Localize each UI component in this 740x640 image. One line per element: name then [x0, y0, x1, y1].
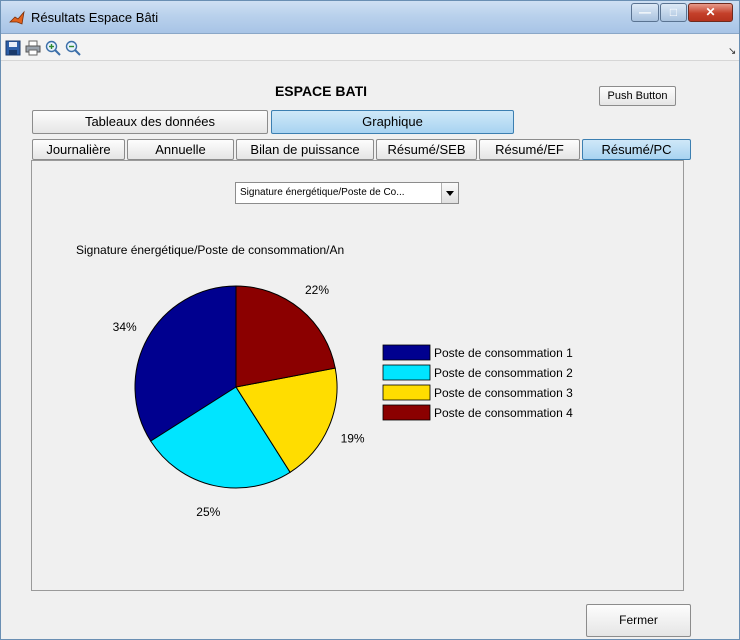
legend-label-4: Poste de consommation 4: [434, 406, 573, 420]
title-bar[interactable]: Résultats Espace Bâti — □ ✕: [1, 1, 739, 34]
legend-swatch-1: [382, 344, 431, 361]
chart-type-dropdown[interactable]: Signature énergétique/Poste de Co...: [235, 182, 459, 204]
zoom-in-icon[interactable]: [45, 40, 61, 56]
legend-swatch-3: [382, 384, 431, 401]
tab-resume-pc[interactable]: Résumé/PC: [582, 139, 691, 160]
dropdown-arrow[interactable]: [441, 183, 458, 203]
pie-percent-label-2: 25%: [196, 505, 220, 519]
zoom-out-icon[interactable]: [65, 40, 81, 56]
page-title: ESPACE BATI: [274, 83, 368, 99]
maximize-icon: □: [669, 5, 678, 19]
pie-percent-label-1: 34%: [113, 320, 137, 334]
tab-graphique[interactable]: Graphique: [271, 110, 514, 134]
legend-label-3: Poste de consommation 3: [434, 386, 573, 400]
app-window: Résultats Espace Bâti — □ ✕ ↘ ESPACE BAT: [0, 0, 740, 640]
tab-annuelle[interactable]: Annuelle: [127, 139, 234, 160]
legend-label-2: Poste de consommation 2: [434, 366, 573, 380]
print-icon[interactable]: [25, 40, 41, 56]
toolbar-overflow-icon[interactable]: ↘: [728, 46, 736, 57]
minimize-button[interactable]: —: [631, 3, 659, 22]
window-title: Résultats Espace Bâti: [31, 10, 159, 25]
chevron-down-icon: [446, 191, 454, 196]
legend-swatch-2: [382, 364, 431, 381]
close-window-button[interactable]: ✕: [688, 3, 733, 22]
matlab-icon: [9, 10, 25, 25]
toolbar: ↘: [1, 34, 739, 61]
legend-swatch-4: [382, 404, 431, 421]
tab-resume-seb[interactable]: Résumé/SEB: [376, 139, 477, 160]
save-icon[interactable]: [5, 40, 21, 56]
pie-percent-label-4: 22%: [305, 283, 329, 297]
dropdown-selected-value: Signature énergétique/Poste de Co...: [240, 187, 405, 198]
close-icon: ✕: [705, 5, 716, 19]
minimize-icon: —: [639, 5, 651, 19]
fermer-button[interactable]: Fermer: [586, 604, 691, 637]
tab-tableaux-des-donnees[interactable]: Tableaux des données: [32, 110, 268, 134]
pie-chart: Signature énergétique/Poste de consommat…: [76, 243, 573, 519]
tab-bilan-de-puissance[interactable]: Bilan de puissance: [236, 139, 374, 160]
maximize-button[interactable]: □: [660, 3, 687, 22]
push-button[interactable]: Push Button: [599, 86, 676, 106]
chart-title: Signature énergétique/Poste de consommat…: [76, 243, 344, 257]
tab-journaliere[interactable]: Journalière: [32, 139, 125, 160]
legend-label-1: Poste de consommation 1: [434, 346, 573, 360]
pie-percent-label-3: 19%: [341, 431, 365, 445]
tab-resume-ef[interactable]: Résumé/EF: [479, 139, 580, 160]
